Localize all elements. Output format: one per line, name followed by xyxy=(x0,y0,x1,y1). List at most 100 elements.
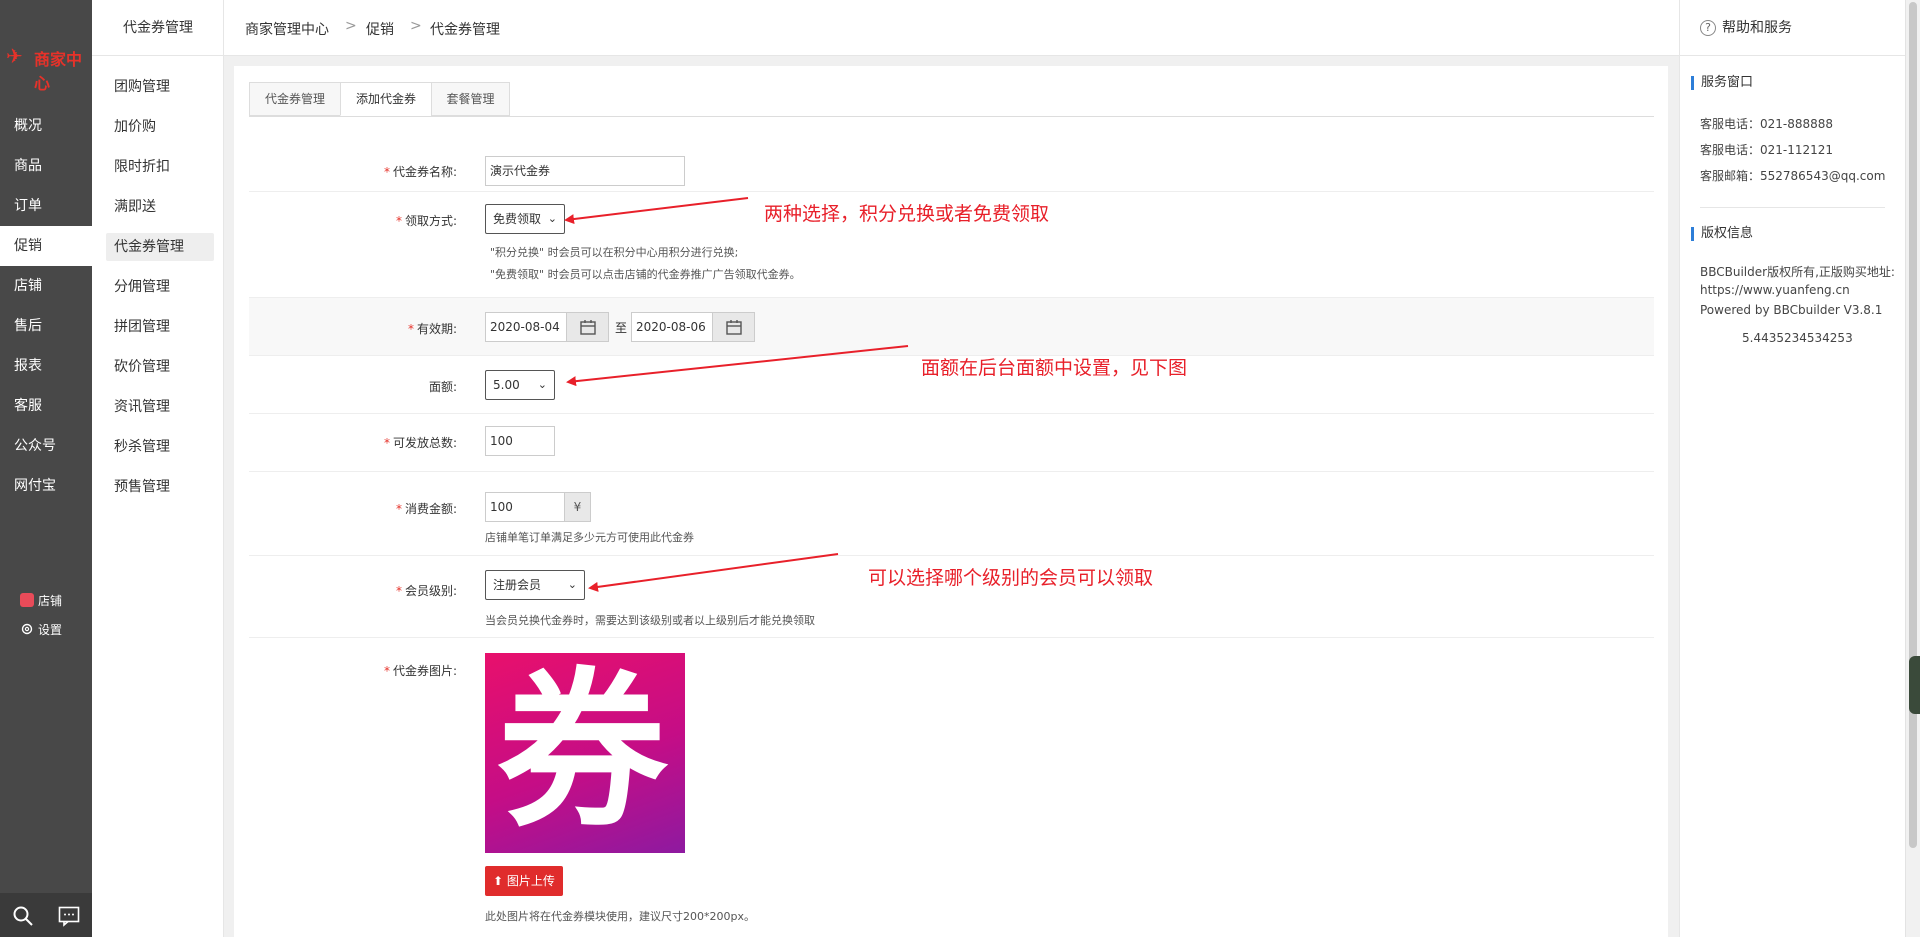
sub-sidebar-title: 代金券管理 xyxy=(92,0,224,56)
nav-service[interactable]: 客服 xyxy=(0,386,92,426)
tabs-divider xyxy=(249,116,1654,117)
field-label: * 代金券名称: xyxy=(383,165,457,179)
subnav-commission[interactable]: 分佣管理 xyxy=(106,273,214,301)
version-line: 5.4435234534253 xyxy=(1742,331,1853,345)
page-scrollbar[interactable] xyxy=(1905,0,1920,937)
chevron-down-icon: ⌄ xyxy=(537,378,547,391)
sub-sidebar: 代金券管理 团购管理 加价购 限时折扣 满即送 代金券管理 分佣管理 拼团管理 … xyxy=(92,0,224,937)
shop-icon xyxy=(20,593,34,607)
chevron-down-icon: ⌄ xyxy=(547,212,557,225)
form-row-total: * 可发放总数: 100 xyxy=(249,414,1654,472)
calendar-icon[interactable] xyxy=(567,312,609,342)
message-icon[interactable] xyxy=(58,905,80,927)
service-section-title: 服务窗口 xyxy=(1691,76,1753,90)
subnav-flash-discount[interactable]: 限时折扣 xyxy=(106,153,214,181)
denomination-select[interactable]: 5.00 ⌄ xyxy=(485,370,555,400)
field-label: * 可发放总数: xyxy=(383,436,457,450)
field-label: * 代金券图片: xyxy=(383,664,457,678)
tab-coupon-management[interactable]: 代金券管理 xyxy=(249,82,341,116)
nav-overview[interactable]: 概况 xyxy=(0,106,92,146)
breadcrumb-item[interactable]: 商家管理中心 xyxy=(245,19,329,39)
subnav-coupon[interactable]: 代金券管理 xyxy=(106,233,214,261)
image-help-text: 此处图片将在代金券模块使用，建议尺寸200*200px。 xyxy=(485,910,755,923)
copyright-line: BBCBuilder版权所有,正版购买地址: xyxy=(1700,265,1895,279)
date-range-separator: 至 xyxy=(615,321,628,335)
nav-promotion[interactable]: 促销 xyxy=(0,226,92,266)
copyright-section-title: 版权信息 xyxy=(1691,227,1753,241)
logo-icon: ✈ xyxy=(6,44,23,68)
nav-orders[interactable]: 订单 xyxy=(0,186,92,226)
coupon-glyph: 券 xyxy=(497,653,668,851)
subnav-add-price[interactable]: 加价购 xyxy=(106,113,214,141)
side-float-widget[interactable] xyxy=(1909,656,1920,714)
field-label: * 消费金额: xyxy=(395,502,457,516)
method-help-text: "积分兑换" 时会员可以在积分中心用积分进行兑换; xyxy=(490,246,739,259)
breadcrumb-separator: > xyxy=(345,18,357,34)
chevron-down-icon: ⌄ xyxy=(567,578,577,591)
breadcrumb-item[interactable]: 促销 xyxy=(366,19,394,39)
member-level-select[interactable]: 注册会员 ⌄ xyxy=(485,570,585,600)
help-panel: ? 帮助和服务 服务窗口 客服电话：021-888888 客服电话：021-112… xyxy=(1679,0,1906,937)
image-upload-button[interactable]: ⬆ 图片上传 xyxy=(485,866,563,896)
field-label: * 会员级别: xyxy=(395,584,457,598)
consume-help-text: 店铺单笔订单满足多少元方可使用此代金券 xyxy=(485,531,694,544)
end-date-input[interactable]: 2020-08-06 xyxy=(631,312,713,342)
consume-amount-input[interactable]: 100 xyxy=(485,492,565,522)
breadcrumb-separator: > xyxy=(410,18,422,34)
calendar-icon[interactable] xyxy=(713,312,755,342)
form-row-consume: * 消费金额: 100 ¥ 店铺单笔订单满足多少元方可使用此代金券 xyxy=(249,472,1654,556)
nav-reports[interactable]: 报表 xyxy=(0,346,92,386)
nav-shop[interactable]: 店铺 xyxy=(0,266,92,306)
form-row-name: * 代金券名称: 演示代金券 xyxy=(249,148,1654,192)
settings-link[interactable]: 设置 xyxy=(20,620,62,640)
total-quantity-input[interactable]: 100 xyxy=(485,426,555,456)
help-panel-title[interactable]: ? 帮助和服务 xyxy=(1680,0,1906,56)
subnav-bargain[interactable]: 砍价管理 xyxy=(106,353,214,381)
main-sidebar: ✈ 商家中心 概况 商品 订单 促销 店铺 售后 报表 客服 公众号 网付宝 店… xyxy=(0,0,92,937)
shop-link[interactable]: 店铺 xyxy=(20,591,62,611)
tab-add-coupon[interactable]: 添加代金券 xyxy=(340,82,432,116)
subnav-presale[interactable]: 预售管理 xyxy=(106,473,214,501)
scroll-thumb[interactable] xyxy=(1909,2,1917,848)
field-label: 面额: xyxy=(428,380,457,394)
subnav-group-buy[interactable]: 团购管理 xyxy=(106,73,214,101)
divider xyxy=(1700,207,1885,208)
coupon-name-input[interactable]: 演示代金券 xyxy=(485,156,685,186)
help-icon: ? xyxy=(1700,20,1716,36)
search-icon[interactable] xyxy=(12,905,34,927)
copyright-line: Powered by BBCbuilder V3.8.1 xyxy=(1700,303,1883,317)
subnav-news[interactable]: 资讯管理 xyxy=(106,393,214,421)
level-help-text: 当会员兑换代金券时，需要达到该级别或者以上级别后才能兑换领取 xyxy=(485,614,815,627)
tab-package-management[interactable]: 套餐管理 xyxy=(431,82,510,116)
main-content: 代金券管理 添加代金券 套餐管理 * 代金券名称: 演示代金券 * 领取方式: 免费… xyxy=(234,66,1668,937)
coupon-image: 券 xyxy=(485,653,685,853)
service-line: 客服邮箱：552786543@qq.com xyxy=(1700,169,1886,183)
annotation-level: 可以选择哪个级别的会员可以领取 xyxy=(868,567,1154,589)
sidebar-bottom-bar xyxy=(0,893,92,937)
form-row-validity: * 有效期: 2020-08-04 至 2020-08-06 xyxy=(249,298,1654,356)
service-line: 客服电话：021-112121 xyxy=(1700,143,1834,157)
claim-method-select[interactable]: 免费领取 ⌄ xyxy=(485,204,565,234)
breadcrumb-item: 代金券管理 xyxy=(430,22,500,38)
currency-unit: ¥ xyxy=(565,492,591,522)
subnav-full-gift[interactable]: 满即送 xyxy=(106,193,214,221)
annotation-denomination: 面额在后台面额中设置，见下图 xyxy=(921,357,1188,379)
breadcrumb: 商家管理中心 > 促销 > 代金券管理 xyxy=(224,0,1679,56)
subnav-seckill[interactable]: 秒杀管理 xyxy=(106,433,214,461)
service-line: 客服电话：021-888888 xyxy=(1700,117,1834,131)
annotation-method: 两种选择，积分兑换或者免费领取 xyxy=(764,203,1050,225)
subnav-group-purchase[interactable]: 拼团管理 xyxy=(106,313,214,341)
nav-aftersale[interactable]: 售后 xyxy=(0,306,92,346)
method-help-text: "免费领取" 时会员可以点击店铺的代金券推广广告领取代金券。 xyxy=(490,268,801,281)
copyright-line[interactable]: https://www.yuanfeng.cn xyxy=(1700,283,1850,297)
upload-icon: ⬆ xyxy=(493,874,504,888)
field-label: * 领取方式: xyxy=(395,214,457,228)
logo-text: 商家中心 xyxy=(34,50,83,93)
start-date-input[interactable]: 2020-08-04 xyxy=(485,312,567,342)
logo[interactable]: ✈ 商家中心 xyxy=(4,42,88,93)
nav-netpay[interactable]: 网付宝 xyxy=(0,466,92,506)
nav-official-account[interactable]: 公众号 xyxy=(0,426,92,466)
gear-icon xyxy=(20,622,34,636)
nav-goods[interactable]: 商品 xyxy=(0,146,92,186)
field-label: * 有效期: xyxy=(407,322,457,336)
